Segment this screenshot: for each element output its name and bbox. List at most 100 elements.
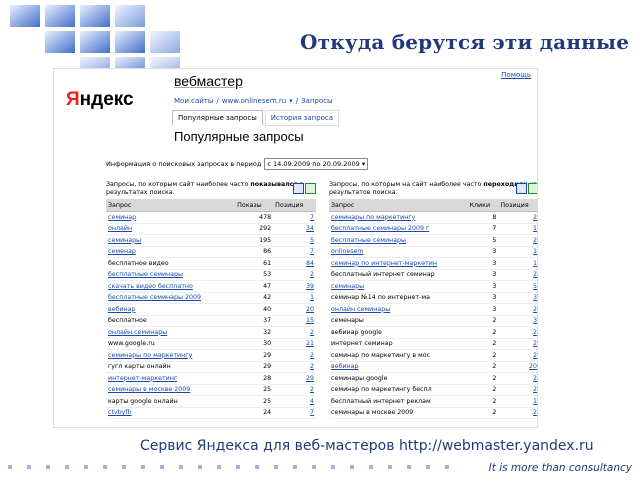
- breadcrumb-site[interactable]: www.onlinesem.ru: [222, 97, 286, 105]
- position-cell[interactable]: 7: [273, 211, 316, 224]
- breadcrumb-queries[interactable]: Запросы: [301, 97, 332, 105]
- position-cell[interactable]: 15: [273, 315, 316, 327]
- query-cell[interactable]: вебинар: [106, 303, 236, 316]
- tab-popular-queries[interactable]: Популярные запросы: [172, 110, 263, 126]
- query-cell[interactable]: семинары: [106, 234, 236, 247]
- shows-cell: 29: [235, 361, 274, 373]
- position-cell[interactable]: 20: [498, 361, 537, 373]
- query-cell[interactable]: онлайн семинары: [329, 303, 468, 316]
- position-cell[interactable]: 4: [273, 395, 316, 408]
- service-title[interactable]: вебмастер: [174, 73, 243, 89]
- position-cell[interactable]: 2: [498, 234, 537, 247]
- table-row: семинар по маркетингу в мос 2 2: [329, 349, 537, 362]
- decorative-dot: [293, 465, 297, 469]
- export-icon[interactable]: [516, 183, 527, 194]
- position-cell[interactable]: 2: [498, 338, 537, 350]
- column-header-shows[interactable]: Показы: [235, 199, 274, 212]
- decorative-dot: [27, 465, 31, 469]
- position-cell[interactable]: 21: [273, 338, 316, 350]
- query-cell: интернет семинар: [329, 338, 468, 350]
- decorative-dot: [236, 465, 240, 469]
- query-cell[interactable]: семинары по маркетингу: [106, 349, 236, 362]
- clicks-cell: 3: [467, 257, 499, 270]
- position-cell[interactable]: 5: [498, 280, 537, 293]
- yandex-logo[interactable]: Яндекс: [66, 89, 134, 111]
- export-icon[interactable]: [293, 183, 304, 194]
- query-cell[interactable]: скачать видео бесплатно: [106, 280, 236, 293]
- breadcrumb-my-sites[interactable]: Мои сайты: [174, 97, 213, 105]
- shows-cell: 30: [235, 338, 274, 350]
- position-cell[interactable]: 1: [498, 257, 537, 270]
- query-cell[interactable]: бесплатные семинары: [106, 269, 236, 281]
- column-header-query[interactable]: Запрос: [329, 199, 468, 212]
- position-cell[interactable]: 1: [498, 246, 537, 258]
- table-row: семинары по маркетингу 8 2: [329, 211, 537, 224]
- decorative-dot: [350, 465, 354, 469]
- shows-cell: 40: [235, 303, 274, 316]
- query-cell[interactable]: интернет-маркетинг: [106, 372, 236, 385]
- position-cell[interactable]: 2: [498, 407, 537, 419]
- query-cell[interactable]: ctvbyfh: [106, 407, 236, 419]
- decorative-dot: [312, 465, 316, 469]
- position-cell[interactable]: 29: [273, 372, 316, 385]
- table-row: вебинар 40 20: [106, 303, 316, 316]
- chevron-down-icon[interactable]: ▾: [289, 97, 293, 105]
- query-cell[interactable]: онлайн семинары: [106, 326, 236, 339]
- query-cell[interactable]: семинар: [106, 211, 236, 224]
- column-header-position[interactable]: Позиция: [273, 199, 316, 212]
- query-cell[interactable]: семинары по маркетингу: [329, 211, 468, 224]
- query-cell[interactable]: семинары: [329, 280, 468, 293]
- position-cell[interactable]: 2: [273, 326, 316, 339]
- position-cell[interactable]: 2: [498, 349, 537, 362]
- position-cell[interactable]: 34: [273, 223, 316, 235]
- help-link[interactable]: Помощь: [501, 71, 531, 79]
- position-cell[interactable]: 2: [498, 269, 537, 281]
- excel-icon[interactable]: [528, 183, 537, 194]
- shows-cell: 86: [235, 246, 274, 258]
- position-cell[interactable]: 84: [273, 257, 316, 270]
- position-cell[interactable]: 2: [498, 211, 537, 224]
- position-cell[interactable]: 39: [273, 280, 316, 293]
- position-cell[interactable]: 2: [498, 326, 537, 339]
- position-cell[interactable]: 7: [273, 246, 316, 258]
- decorative-dot: [122, 465, 126, 469]
- query-cell[interactable]: семинары в москве 2009: [106, 384, 236, 396]
- excel-icon[interactable]: [305, 183, 316, 194]
- column-header-position[interactable]: Позиция: [498, 199, 537, 212]
- table-row: семинар №14 по интернет-ма 3 3: [329, 292, 537, 304]
- position-cell[interactable]: 5: [273, 234, 316, 247]
- query-cell[interactable]: онлайн: [106, 223, 236, 235]
- shows-table-section: Запросы, по которым сайт наиболее часто …: [106, 181, 316, 419]
- column-header-query[interactable]: Запрос: [106, 199, 236, 212]
- clicks-cell: 3: [467, 280, 499, 293]
- position-cell[interactable]: 1: [273, 292, 316, 304]
- column-header-clicks[interactable]: Клики: [467, 199, 499, 212]
- query-cell[interactable]: бесплатные семинары 2009 г: [329, 223, 468, 235]
- period-label: Информация о поисковых запросах в период: [106, 160, 262, 168]
- position-cell[interactable]: 7: [273, 407, 316, 419]
- position-cell[interactable]: 3: [498, 292, 537, 304]
- query-cell[interactable]: вебинар: [329, 361, 468, 373]
- position-cell[interactable]: 2: [498, 372, 537, 385]
- position-cell[interactable]: 2: [273, 349, 316, 362]
- position-cell[interactable]: 20: [273, 303, 316, 316]
- position-cell[interactable]: 3: [498, 315, 537, 327]
- position-cell[interactable]: 2: [498, 303, 537, 316]
- position-cell[interactable]: 2: [273, 384, 316, 396]
- position-cell[interactable]: 2: [273, 269, 316, 281]
- tab-query-history[interactable]: История запроса: [264, 110, 340, 126]
- decorative-dot: [198, 465, 202, 469]
- position-cell[interactable]: 1: [498, 395, 537, 408]
- shows-cell: 28: [235, 372, 274, 385]
- query-cell[interactable]: бесплатные семинары 2009: [106, 292, 236, 304]
- decorative-dot: [388, 465, 392, 469]
- position-cell[interactable]: 2: [498, 384, 537, 396]
- query-cell[interactable]: бесплатные семинары: [329, 234, 468, 247]
- position-cell[interactable]: 1: [498, 223, 537, 235]
- query-cell[interactable]: onlinesem: [329, 246, 468, 258]
- decorative-dot: [217, 465, 221, 469]
- period-select[interactable]: с 14.09.2009 по 20.09.2009 ▾: [264, 158, 369, 170]
- query-cell[interactable]: семенар: [106, 246, 236, 258]
- position-cell[interactable]: 2: [273, 361, 316, 373]
- query-cell[interactable]: семинар по интернет-маркетин: [329, 257, 468, 270]
